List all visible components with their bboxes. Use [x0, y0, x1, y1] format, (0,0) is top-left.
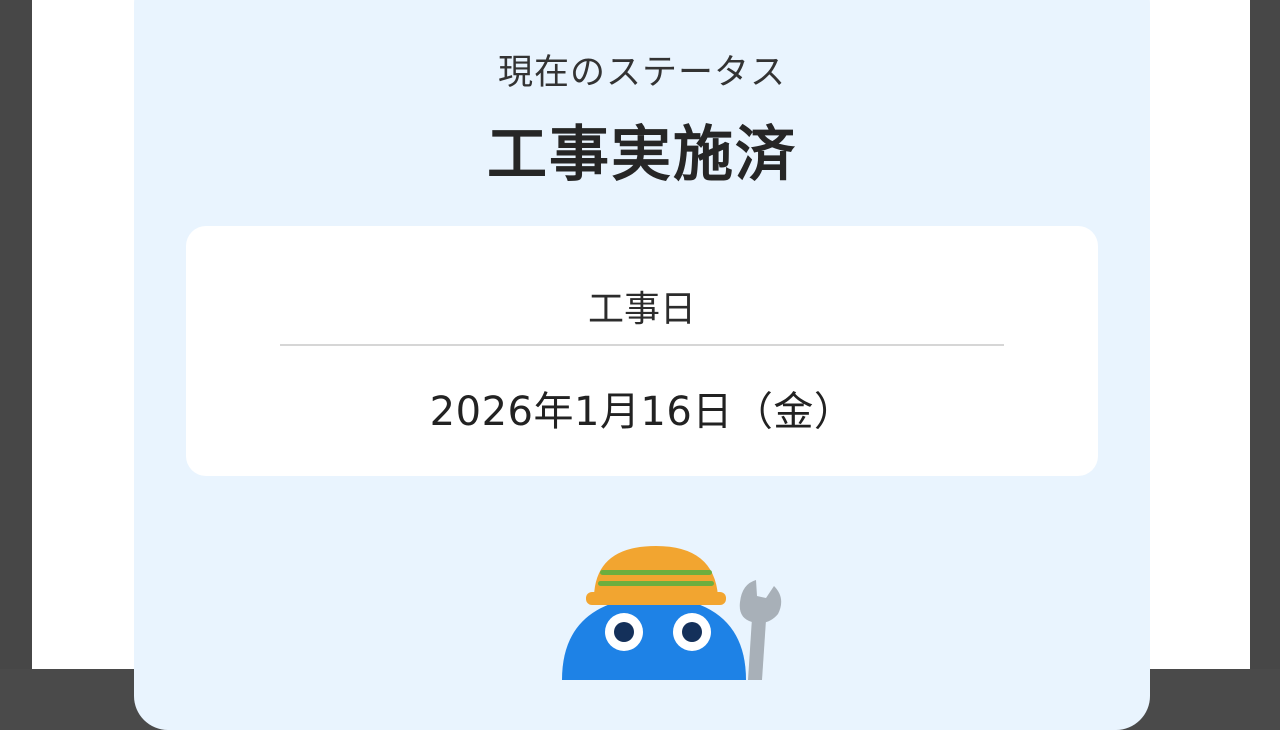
construction-date-label: 工事日 [587, 289, 696, 330]
wrench-icon [739, 580, 782, 680]
construction-date-card: 工事日 2026年1月16日（金） [186, 226, 1098, 476]
right-frame-edge [1250, 0, 1280, 669]
left-frame-edge [0, 0, 32, 669]
worker-mascot-icon [562, 546, 782, 680]
divider [280, 344, 1004, 346]
mascot-body [562, 596, 746, 680]
page: 現在のステータス 工事実施済 工事日 2026年1月16日（金） [32, 0, 1250, 730]
status-value: 工事実施済 [487, 120, 797, 190]
construction-date-value: 2026年1月16日（金） [429, 389, 855, 435]
status-label: 現在のステータス [497, 53, 786, 93]
helmet-icon [586, 546, 726, 605]
